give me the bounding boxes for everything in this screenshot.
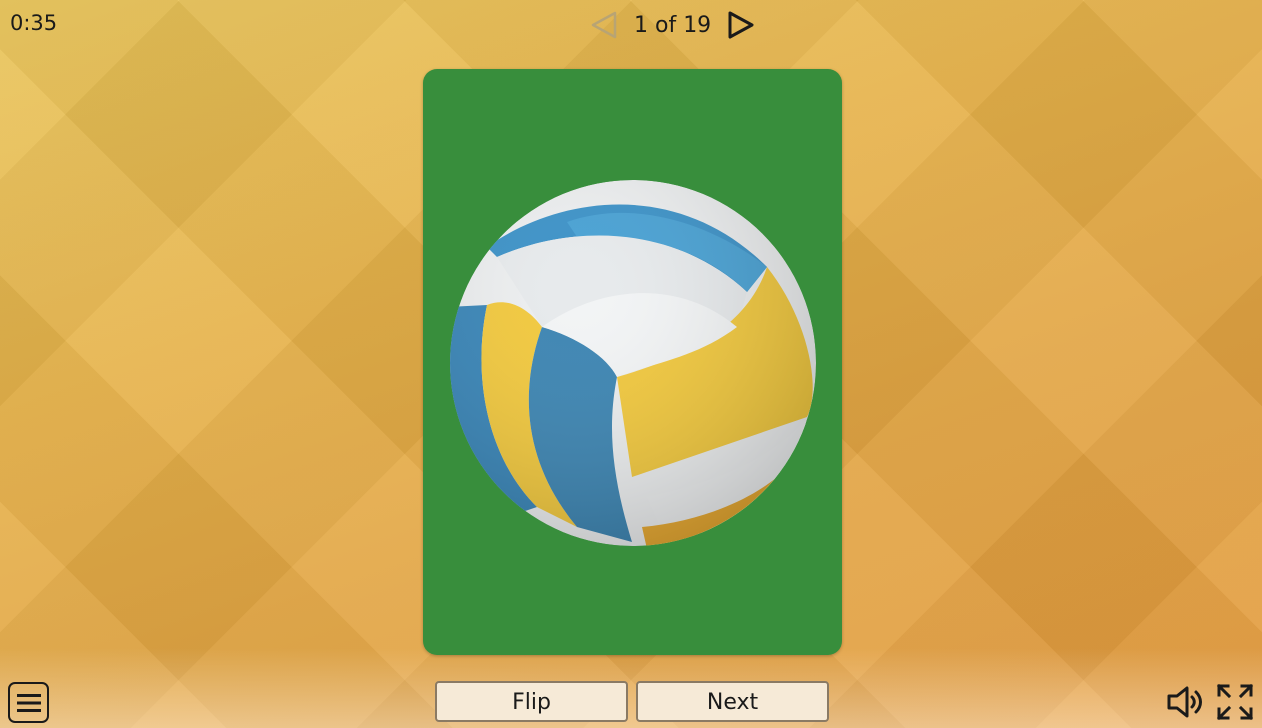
flashcard[interactable] [423,69,842,655]
page-counter: 1 of 19 [634,12,712,38]
volleyball-icon [447,177,819,549]
flip-button[interactable]: Flip [435,681,628,722]
bottom-glow [0,648,1262,728]
speaker-icon[interactable] [1166,683,1206,721]
timer-display: 0:35 [10,11,58,35]
pager: 1 of 19 [588,8,757,42]
menu-button[interactable] [8,682,49,723]
next-card-arrow-icon[interactable] [725,9,757,41]
next-button[interactable]: Next [636,681,829,722]
hamburger-menu-icon [16,693,41,712]
fullscreen-expand-icon[interactable] [1216,683,1254,721]
prev-card-arrow-icon[interactable] [588,9,620,41]
